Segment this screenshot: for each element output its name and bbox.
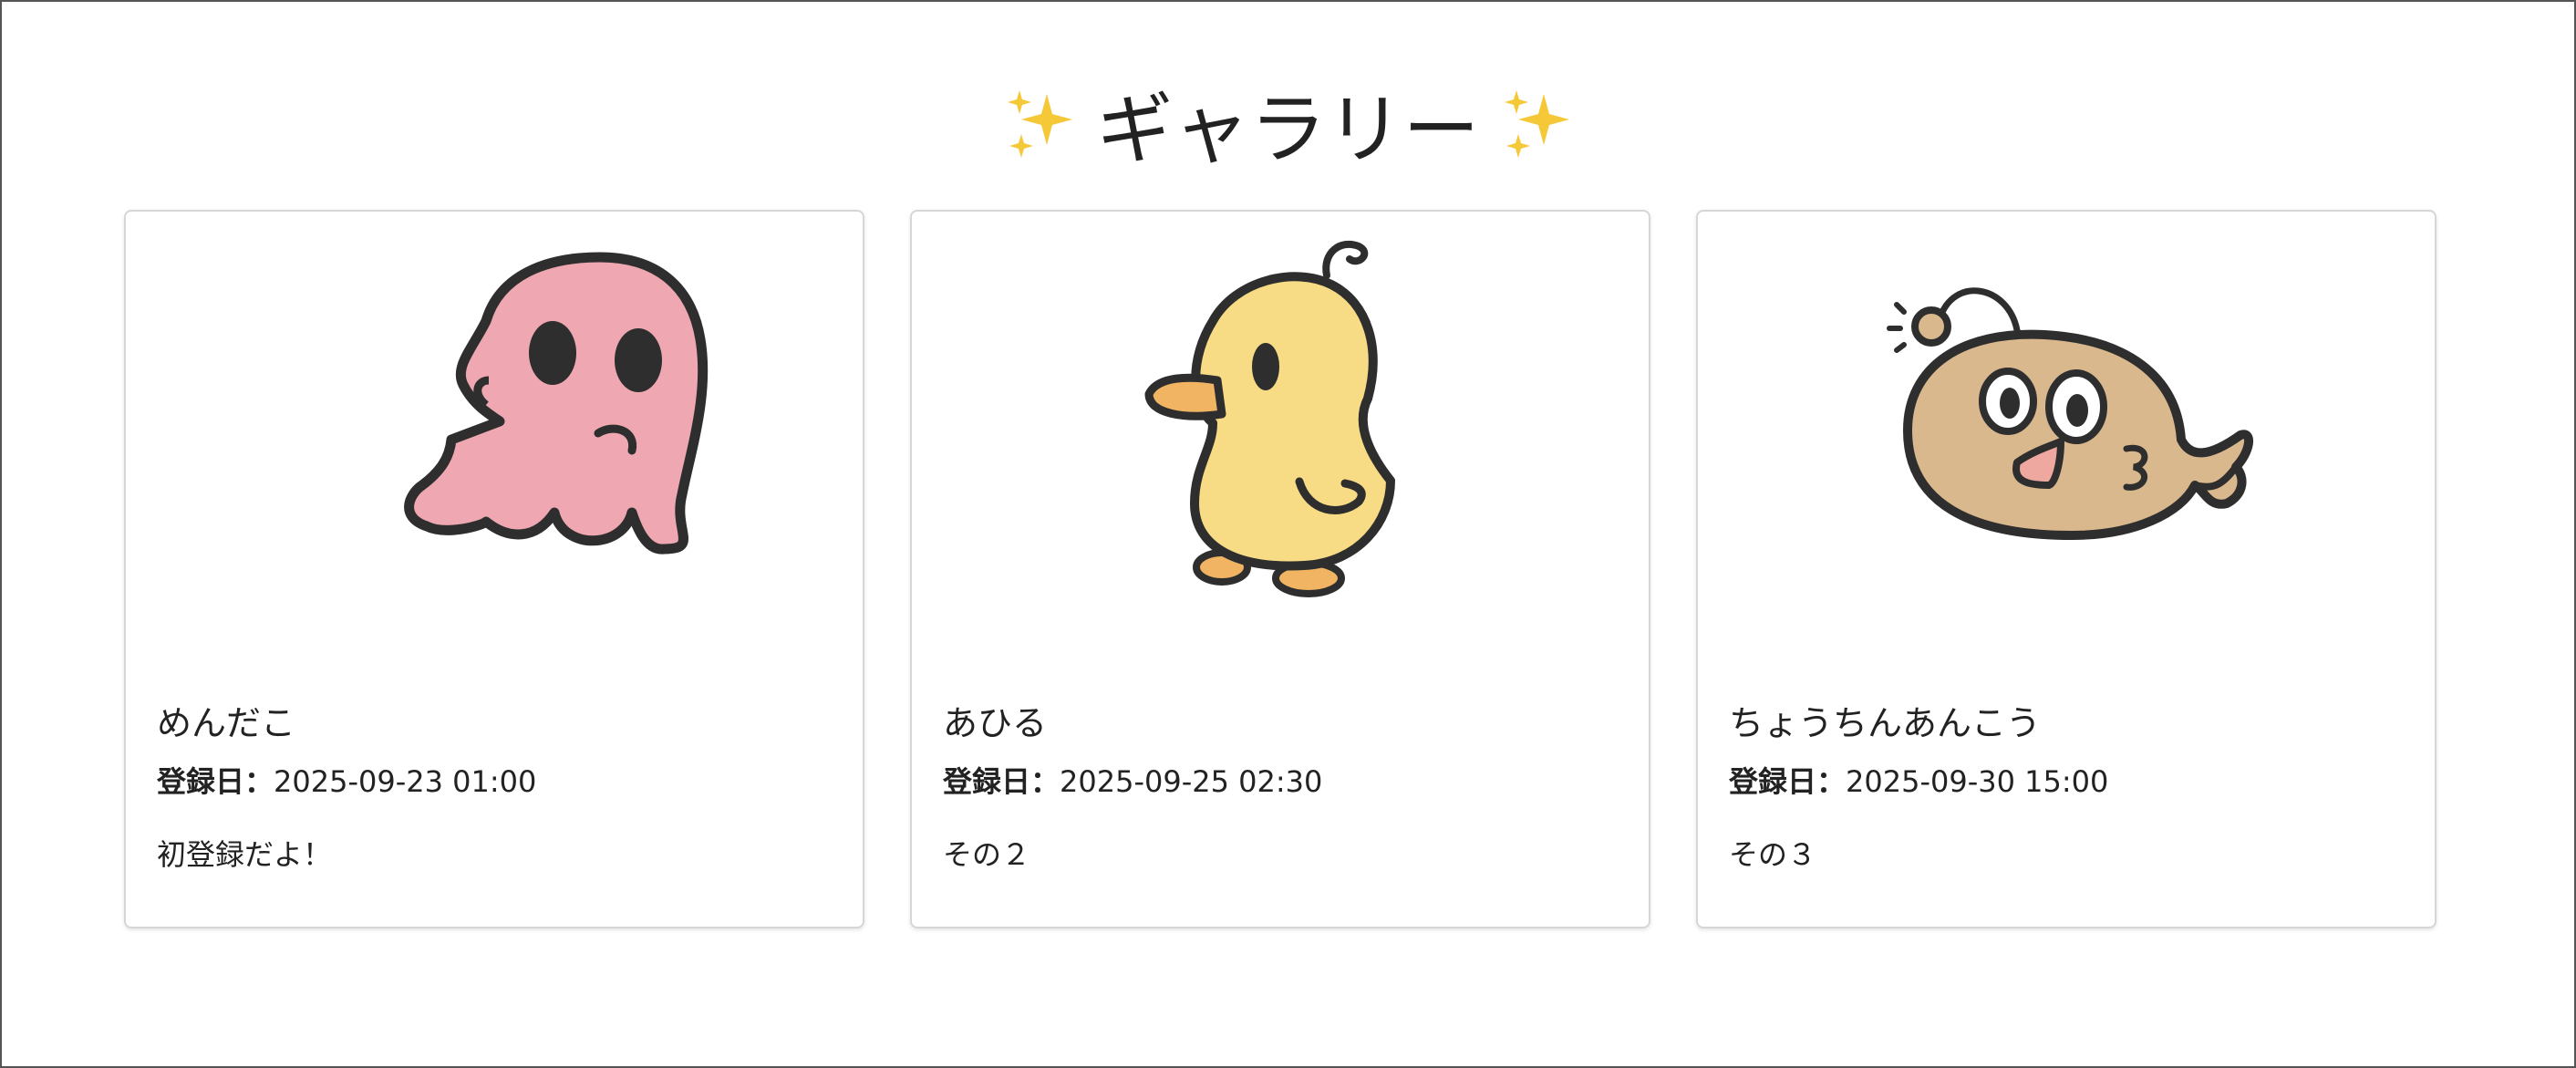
- sparkles-icon: [1003, 87, 1076, 160]
- sparkles-icon: [1500, 87, 1573, 160]
- page-title: ギャラリー: [2, 73, 2574, 174]
- page-title-text: ギャラリー: [1096, 84, 1480, 174]
- card-note: その２: [943, 837, 1031, 872]
- card-date: 登録日：2025-09-25 02:30: [943, 759, 1322, 801]
- gallery-card[interactable]: ちょうちんあんこう 登録日：2025-09-30 15:00 その３: [1696, 210, 2436, 928]
- card-title: あひる: [943, 703, 1048, 743]
- date-label: 登録日：: [1729, 764, 1847, 799]
- gallery-grid: めんだこ 登録日：2025-09-23 01:00 初登録だよ！ あひる 登録日…: [124, 210, 2436, 928]
- card-note: 初登録だよ！: [157, 837, 333, 872]
- gallery-card[interactable]: めんだこ 登録日：2025-09-23 01:00 初登録だよ！: [124, 210, 864, 928]
- gallery-card[interactable]: あひる 登録日：2025-09-25 02:30 その２: [910, 210, 1650, 928]
- card-date: 登録日：2025-09-30 15:00: [1729, 759, 2108, 801]
- date-label: 登録日：: [943, 764, 1060, 799]
- date-value: 2025-09-25 02:30: [1060, 764, 1323, 799]
- card-title: ちょうちんあんこう: [1729, 703, 2042, 743]
- date-value: 2025-09-23 01:00: [274, 764, 537, 799]
- card-title: めんだこ: [157, 703, 296, 743]
- card-date: 登録日：2025-09-23 01:00: [157, 759, 536, 801]
- anglerfish-illustration: [1698, 212, 2435, 640]
- card-note: その３: [1729, 837, 1817, 872]
- date-value: 2025-09-30 15:00: [1846, 764, 2109, 799]
- page-frame: ギャラリー めんだこ 登録日：2025-09-23 01:00 初登録だよ！ あ…: [0, 0, 2576, 1068]
- date-label: 登録日：: [157, 764, 274, 799]
- pink-octopus-illustration: [126, 212, 863, 640]
- yellow-duck-illustration: [912, 212, 1649, 640]
